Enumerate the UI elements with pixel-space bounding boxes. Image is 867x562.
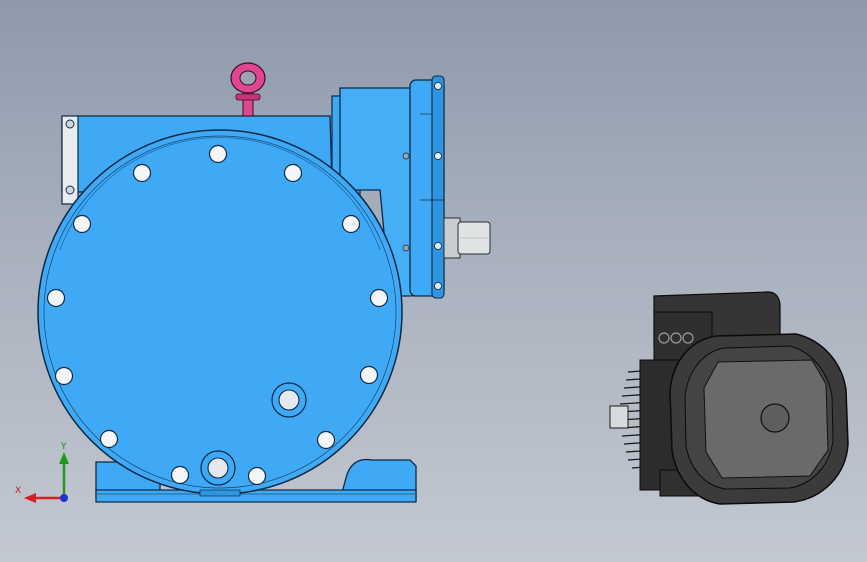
triad-x-label: X: [15, 486, 22, 496]
gearbox-housing[interactable]: [37, 62, 491, 503]
output-shaft: [443, 217, 491, 259]
drain-plug: [200, 450, 236, 486]
orientation-triad: Y X: [12, 440, 82, 510]
triad-y-label: Y: [61, 442, 67, 452]
triad-axes: [24, 452, 69, 503]
housing-main-cover: [37, 129, 403, 495]
model-scene[interactable]: [0, 0, 867, 562]
motor-shaft-cap: [760, 403, 790, 433]
cad-viewport[interactable]: Y X: [0, 0, 867, 562]
cover-plug: [271, 382, 307, 418]
electric-motor[interactable]: [609, 291, 849, 505]
lifting-eye-bolt: [230, 62, 266, 117]
